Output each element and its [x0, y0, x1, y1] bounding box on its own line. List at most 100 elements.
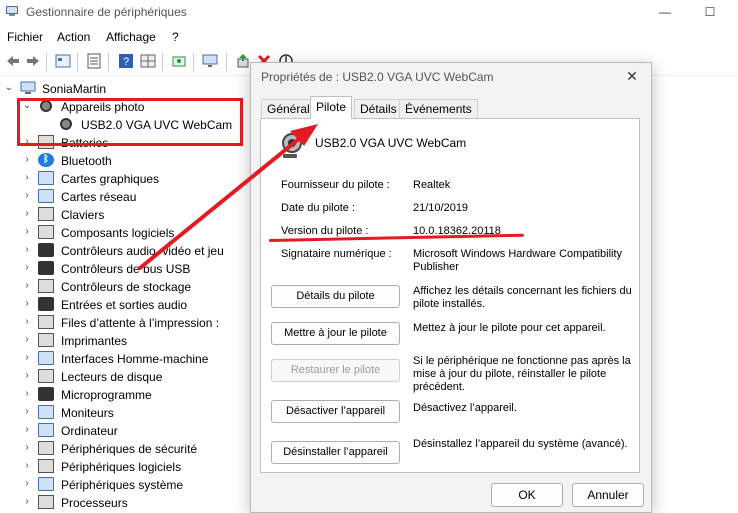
toolbar-separator [77, 53, 78, 71]
grid-view-icon[interactable] [140, 53, 156, 69]
tree-item-label: Cartes réseau [61, 190, 137, 204]
properties-view-icon[interactable] [55, 53, 71, 69]
chevron-right-icon[interactable]: › [22, 460, 32, 472]
tree-category-item[interactable]: › Périphériques de sécurité [0, 440, 250, 458]
tree-category-item[interactable]: › ᛒ Bluetooth [0, 152, 250, 170]
menu-help[interactable]: ? [172, 30, 179, 44]
menu-fichier[interactable]: Fichier [7, 30, 43, 44]
menu-action[interactable]: Action [57, 30, 90, 44]
print-queue-icon [38, 315, 54, 329]
help-icon[interactable]: ? [118, 53, 134, 69]
tree-category-item[interactable]: › Périphériques logiciels [0, 458, 250, 476]
tree-category-item[interactable]: › Entrées et sorties audio [0, 296, 250, 314]
tab-evenements[interactable]: Événements [399, 99, 478, 118]
uninstall-device-button[interactable]: Désinstaller l’appareil [271, 441, 400, 464]
security-device-icon [38, 441, 54, 455]
tree-item-label: Processeurs [61, 496, 128, 510]
toolbar-separator [46, 53, 47, 71]
tree-category-item[interactable]: › Processeurs [0, 494, 250, 512]
tree-root[interactable]: ⌄ SoniaMartin [0, 80, 250, 98]
tree-category-item[interactable]: › Contrôleurs de bus USB [0, 260, 250, 278]
chevron-right-icon[interactable]: › [22, 154, 32, 166]
digital-signer-label: Signataire numérique : [281, 248, 392, 260]
tree-item-label: Contrôleurs de stockage [61, 280, 192, 294]
tree-category-item[interactable]: › Composants logiciels [0, 224, 250, 242]
tree-category-item[interactable]: › Cartes réseau [0, 188, 250, 206]
back-arrow-icon[interactable] [5, 53, 21, 69]
chevron-right-icon[interactable]: › [22, 208, 32, 220]
tree-category-item[interactable]: › Cartes graphiques [0, 170, 250, 188]
ok-button[interactable]: OK [491, 483, 563, 507]
menu-bar: Fichier Action Affichage ? [0, 27, 738, 47]
processor-icon [38, 495, 54, 509]
chevron-right-icon[interactable]: › [22, 172, 32, 184]
tree-category-item[interactable]: › Lecteurs de disque [0, 368, 250, 386]
tree-item-label: Contrôleurs audio, vidéo et jeu [61, 244, 224, 258]
monitor-icon[interactable] [202, 53, 218, 69]
chevron-right-icon[interactable]: › [22, 388, 32, 400]
tree-category-item[interactable]: › Ordinateur [0, 422, 250, 440]
update-driver-icon[interactable] [235, 53, 251, 69]
tree-root-label: SoniaMartin [42, 82, 107, 96]
chevron-right-icon[interactable]: › [22, 262, 32, 274]
chevron-right-icon[interactable]: › [22, 478, 32, 490]
minimize-button[interactable]: — [650, 2, 680, 22]
dialog-tabs: Général Pilote Détails Événements [261, 96, 641, 119]
tree-category-item[interactable]: › Contrôleurs audio, vidéo et jeu [0, 242, 250, 260]
forward-arrow-icon[interactable] [25, 53, 41, 69]
tree-item-label: Contrôleurs de bus USB [61, 262, 191, 276]
tree-item-label: Bluetooth [61, 154, 112, 168]
tree-category-item[interactable]: › Moniteurs [0, 404, 250, 422]
chevron-right-icon[interactable]: › [22, 496, 32, 508]
disable-device-button[interactable]: Désactiver l’appareil [271, 400, 400, 423]
close-button[interactable]: ✕ [621, 67, 643, 85]
tree-category-item[interactable]: › Claviers [0, 206, 250, 224]
chevron-right-icon[interactable]: › [22, 406, 32, 418]
scan-hardware-icon[interactable] [171, 53, 187, 69]
hid-icon [38, 351, 54, 365]
driver-details-desc: Affichez les détails concernant les fich… [413, 285, 632, 310]
driver-details-button[interactable]: Détails du pilote [271, 285, 400, 308]
chevron-right-icon[interactable]: › [22, 190, 32, 202]
chevron-right-icon[interactable]: › [22, 226, 32, 238]
chevron-right-icon[interactable]: › [22, 316, 32, 328]
uninstall-device-desc: Désinstallez l’appareil du système (avan… [413, 438, 628, 450]
maximize-button[interactable]: ☐ [695, 2, 725, 22]
tree-category-item[interactable]: › Interfaces Homme-machine [0, 350, 250, 368]
tab-general[interactable]: Général [261, 99, 316, 118]
rollback-driver-button[interactable]: Restaurer le pilote [271, 359, 400, 382]
chevron-right-icon[interactable]: › [22, 244, 32, 256]
dialog-title: Propriétés de : USB2.0 VGA UVC WebCam [261, 70, 494, 84]
tree-item-label: Ordinateur [61, 424, 118, 438]
tree-category-item[interactable]: › Périphériques système [0, 476, 250, 494]
software-component-icon [38, 225, 54, 239]
tree-category-item[interactable]: › Contrôleurs de stockage [0, 278, 250, 296]
driver-date-value: 21/10/2019 [413, 202, 469, 214]
chevron-right-icon[interactable]: › [22, 442, 32, 454]
red-highlight-box [17, 98, 243, 146]
menu-affichage[interactable]: Affichage [106, 30, 156, 44]
computer-icon [20, 81, 36, 94]
update-driver-button[interactable]: Mettre à jour le pilote [271, 322, 400, 345]
properties-dialog: Propriétés de : USB2.0 VGA UVC WebCam ✕ … [250, 62, 652, 513]
tree-item-label: Périphériques système [61, 478, 184, 492]
tab-pilote[interactable]: Pilote [310, 96, 353, 119]
webcam-icon [282, 133, 302, 158]
tree-category-item[interactable]: › Files d’attente à l’impression : [0, 314, 250, 332]
tree-item-label: Entrées et sorties audio [61, 298, 188, 312]
chevron-right-icon[interactable]: › [22, 424, 32, 436]
chevron-right-icon[interactable]: › [22, 370, 32, 382]
chevron-down-icon[interactable]: ⌄ [4, 82, 14, 94]
usb-icon [38, 261, 54, 275]
document-icon[interactable] [86, 53, 102, 69]
chevron-right-icon[interactable]: › [22, 298, 32, 310]
tree-category-item[interactable]: › Imprimantes [0, 332, 250, 350]
cancel-button[interactable]: Annuler [572, 483, 644, 507]
chevron-right-icon[interactable]: › [22, 334, 32, 346]
main-title-bar: Gestionnaire de périphériques — ☐ [0, 0, 738, 24]
tree-category-item[interactable]: › Microprogramme [0, 386, 250, 404]
update-driver-desc: Mettez à jour le pilote pour cet apparei… [413, 322, 606, 334]
tab-details[interactable]: Détails [354, 99, 403, 118]
chevron-right-icon[interactable]: › [22, 280, 32, 292]
chevron-right-icon[interactable]: › [22, 352, 32, 364]
